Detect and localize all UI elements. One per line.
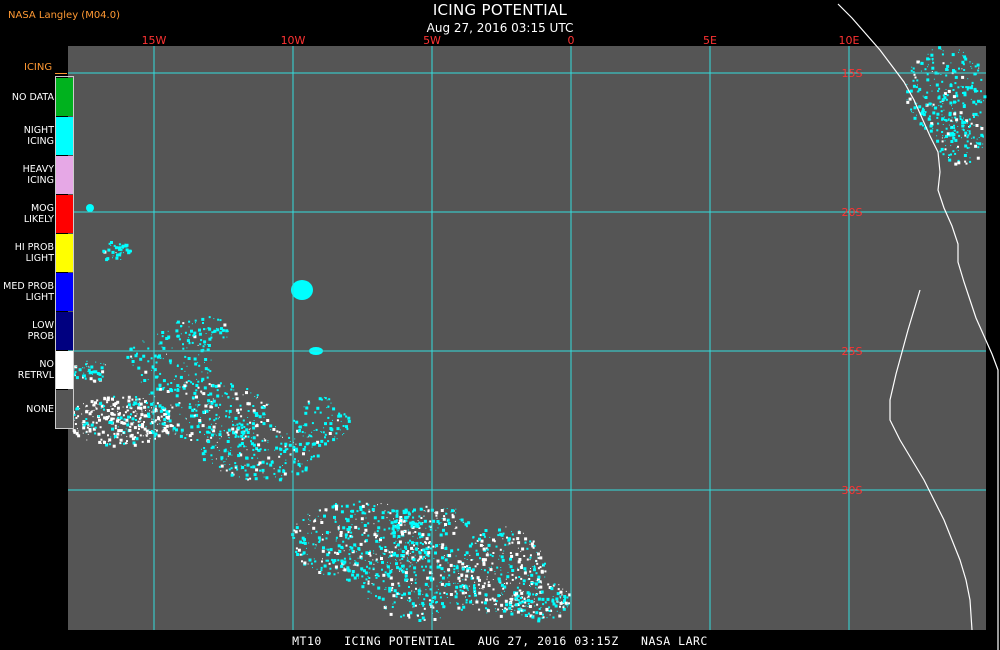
footer-caption: MT10 ICING POTENTIAL AUG 27, 2016 03:15Z… bbox=[292, 634, 708, 648]
legend-label: NONE bbox=[26, 403, 54, 415]
longitude-label: 15W bbox=[142, 34, 167, 47]
longitude-label: 10E bbox=[839, 34, 860, 47]
longitude-label: 5E bbox=[703, 34, 717, 47]
icing-map[interactable]: 15W 10W 5W 0 5E 10E 15S 20S 25S 30S bbox=[0, 0, 1000, 650]
legend-title: ICING bbox=[24, 62, 53, 73]
legend-swatch bbox=[56, 195, 74, 233]
latitude-label: 20S bbox=[842, 206, 863, 219]
legend-label: HEAVY ICING bbox=[22, 164, 54, 186]
legend-label: MED PROB LIGHT bbox=[3, 281, 54, 303]
legend-swatch bbox=[56, 156, 74, 194]
legend-label: NIGHT ICING bbox=[23, 125, 54, 147]
latitude-label: 15S bbox=[842, 67, 863, 80]
legend-label: NO DATA bbox=[11, 91, 54, 103]
legend-label: NO RETRVL bbox=[17, 359, 54, 381]
latitude-label: 30S bbox=[842, 484, 863, 497]
legend-swatch bbox=[56, 78, 74, 116]
longitude-label: 0 bbox=[568, 34, 575, 47]
legend-swatch bbox=[56, 234, 74, 272]
legend-swatch bbox=[56, 117, 74, 155]
legend-swatch bbox=[56, 312, 74, 350]
map-background bbox=[68, 46, 986, 630]
longitude-label: 5W bbox=[423, 34, 441, 47]
legend-label: MOG LIKELY bbox=[23, 203, 54, 225]
legend-swatch bbox=[56, 273, 74, 311]
icing-cell bbox=[86, 204, 94, 212]
latitude-label: 25S bbox=[842, 345, 863, 358]
legend-swatch bbox=[56, 390, 74, 428]
longitude-label: 10W bbox=[281, 34, 306, 47]
icing-cell bbox=[291, 280, 313, 300]
legend-label: LOW PROB bbox=[27, 320, 54, 342]
legend-swatch bbox=[56, 351, 74, 389]
legend-pointer bbox=[55, 73, 67, 74]
icing-map-viewer: NASA Langley (M04.0) ICING POTENTIAL Aug… bbox=[0, 0, 1000, 650]
legend-label: HI PROB LIGHT bbox=[14, 242, 54, 264]
